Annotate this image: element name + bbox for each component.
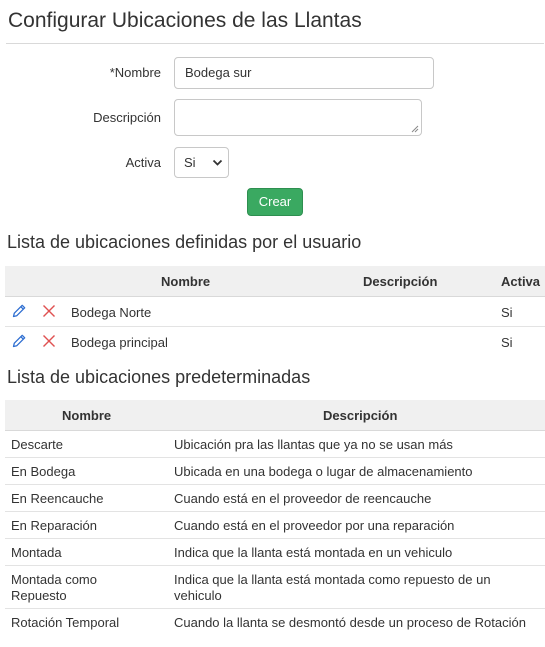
- activa-select[interactable]: Si: [174, 147, 229, 178]
- table-row: Montada Indica que la llanta está montad…: [5, 539, 545, 566]
- descripcion-label: Descripción: [93, 110, 161, 125]
- nombre-label: *Nombre: [109, 65, 161, 80]
- header-activa: Activa: [501, 274, 541, 289]
- title-divider: [6, 43, 544, 44]
- row-nombre: En Reparación: [11, 518, 97, 533]
- chevron-down-icon: [212, 159, 223, 166]
- table-row: Bodega principal Si: [5, 327, 545, 356]
- x-icon[interactable]: [41, 303, 57, 319]
- row-descripcion: Indica que la llanta está montada en un …: [174, 545, 453, 560]
- header-descripcion: Descripción: [363, 274, 438, 289]
- crear-button[interactable]: Crear: [247, 188, 303, 216]
- row-nombre: En Reencauche: [11, 491, 104, 506]
- row-nombre: Descarte: [11, 437, 64, 452]
- default-table-header: Nombre Descripción: [5, 400, 545, 431]
- row-activa: Si: [501, 305, 513, 320]
- row-descripcion-line-1: Indica que la llanta está montada como r…: [174, 572, 491, 587]
- x-icon[interactable]: [41, 333, 57, 349]
- pencil-icon[interactable]: [11, 333, 27, 349]
- resize-grip-icon[interactable]: [411, 125, 419, 133]
- header-descripcion: Descripción: [323, 408, 398, 423]
- table-row: En Bodega Ubicada en una bodega o lugar …: [5, 458, 545, 485]
- table-row: Montada como Repuesto Indica que la llan…: [5, 566, 545, 609]
- user-table-header: Nombre Descripción Activa: [5, 266, 545, 297]
- default-list-title: Lista de ubicaciones predeterminadas: [7, 367, 311, 387]
- row-descripcion: Ubicación pra las llantas que ya no se u…: [174, 437, 453, 452]
- user-list-title: Lista de ubicaciones definidas por el us…: [7, 232, 362, 252]
- row-nombre: Montada: [11, 545, 62, 560]
- table-row: Descarte Ubicación pra las llantas que y…: [5, 431, 545, 458]
- table-row: Rotación Temporal Cuando la llanta se de…: [5, 609, 545, 636]
- row-nombre: Bodega principal: [71, 335, 168, 350]
- table-row: Bodega Norte Si: [5, 297, 545, 327]
- header-nombre: Nombre: [62, 408, 112, 423]
- pencil-icon[interactable]: [11, 303, 27, 319]
- row-nombre-line-1: Montada como: [11, 572, 97, 587]
- page-title: Configurar Ubicaciones de las Llantas: [8, 9, 362, 32]
- row-nombre: Bodega Norte: [71, 305, 152, 320]
- table-row: En Reencauche Cuando está en el proveedo…: [5, 485, 545, 512]
- descripcion-textarea[interactable]: [174, 99, 422, 136]
- header-nombre: Nombre: [161, 274, 211, 289]
- table-row: En Reparación Cuando está en el proveedo…: [5, 512, 545, 539]
- row-activa: Si: [501, 335, 513, 350]
- row-descripcion-line-2: vehiculo: [174, 588, 222, 603]
- row-descripcion: Ubicada en una bodega o lugar de almacen…: [174, 464, 473, 479]
- row-nombre: En Bodega: [11, 464, 76, 479]
- row-nombre: Rotación Temporal: [11, 615, 120, 630]
- activa-selected-value: Si: [184, 155, 196, 170]
- activa-label: Activa: [125, 155, 161, 170]
- row-descripcion: Cuando está en el proveedor por una repa…: [174, 518, 455, 533]
- row-nombre-line-2: Repuesto: [11, 588, 67, 603]
- row-descripcion: Cuando la llanta se desmontó desde un pr…: [174, 615, 526, 630]
- row-descripcion: Cuando está en el proveedor de reencauch…: [174, 491, 432, 506]
- nombre-input[interactable]: Bodega sur: [174, 57, 434, 89]
